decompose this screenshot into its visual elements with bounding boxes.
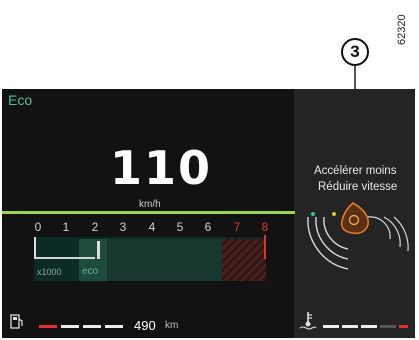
figure-reference-code: 62320 (396, 14, 408, 46)
advice-message-accelerate: Accélérer moins (314, 165, 397, 177)
fuel-level-segment-1 (39, 325, 57, 328)
tachometer-normal-zone (107, 239, 222, 281)
rpm-tick-3: 3 (119, 220, 127, 234)
tachometer-fill (36, 257, 95, 259)
advice-message-speed: Réduire vitesse (318, 181, 398, 193)
rpm-tick-6: 6 (204, 220, 212, 234)
drive-mode-label: Eco (8, 92, 33, 108)
tachometer-zero-marker (34, 237, 36, 259)
tachometer-scale-label: x1000 (37, 267, 62, 277)
eco-accent-line (2, 211, 295, 214)
range-unit: km (165, 320, 179, 331)
rpm-tick-2: 2 (91, 220, 99, 234)
coolant-level-segment-1 (323, 325, 339, 328)
coolant-level-segment-4 (380, 325, 396, 328)
rpm-tick-4: 4 (148, 220, 156, 234)
coolant-level-segment-5 (399, 325, 408, 328)
fuel-level-segment-4 (105, 325, 123, 328)
range-value: 490 (134, 318, 156, 333)
rpm-tick-7: 7 (233, 220, 241, 234)
fuel-level-segment-3 (83, 325, 101, 328)
tachometer-eco-label: eco (82, 266, 99, 277)
rpm-tick-1: 1 (62, 220, 70, 234)
indicator-dot-teal (311, 212, 315, 216)
indicator-dot-yellow (332, 212, 336, 216)
rpm-tick-8: 8 (261, 220, 269, 234)
coolant-level-segment-3 (361, 325, 377, 328)
speed-value: 110 (110, 141, 213, 195)
rpm-tick-5: 5 (176, 220, 184, 234)
tachometer-redline-marker (264, 235, 266, 259)
fuel-level-segment-2 (61, 325, 79, 328)
eco-drop-icon (340, 202, 370, 235)
eco-advice-graphic (307, 202, 409, 270)
speed-unit: km/h (139, 199, 161, 210)
tachometer-current-marker (97, 241, 100, 259)
rpm-tick-0: 0 (34, 220, 42, 234)
fuel-pump-icon (10, 314, 23, 329)
callout-number: 3 (341, 38, 369, 66)
coolant-temperature-icon (299, 312, 317, 330)
coolant-level-segment-2 (342, 325, 358, 328)
instrument-cluster: Eco 110 km/h Accélérer moins Réduire vit… (2, 89, 415, 338)
tachometer-red-zone (222, 239, 266, 281)
